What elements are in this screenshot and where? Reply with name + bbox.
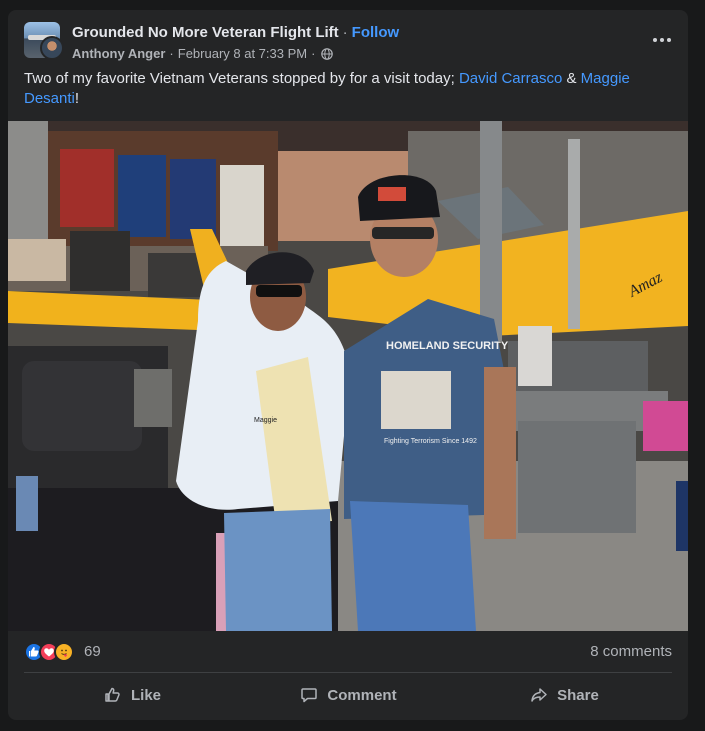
share-label: Share (557, 686, 599, 704)
tag-david-carrasco[interactable]: David Carrasco (459, 70, 562, 87)
comments-count[interactable]: 8 comments (590, 643, 672, 660)
reactions-row: 69 8 comments (24, 640, 672, 664)
post-title-line: Grounded No More Veteran Flight Lift · Fol… (72, 24, 399, 41)
svg-text:Fighting Terrorism Since 1492: Fighting Terrorism Since 1492 (384, 438, 477, 445)
post-timestamp[interactable]: February 8 at 7:33 PM (178, 46, 307, 61)
svg-text:Maggie: Maggie (254, 417, 277, 424)
post-photo-illustration: HOMELAND SECURITY Fighting Terrorism Sin… (8, 121, 688, 631)
post-photo[interactable]: HOMELAND SECURITY Fighting Terrorism Sin… (8, 121, 688, 631)
separator-dot: · (169, 46, 174, 61)
svg-text:HOMELAND SECURITY: HOMELAND SECURITY (386, 340, 509, 352)
comment-button[interactable]: Comment (240, 675, 456, 715)
follow-button[interactable]: Follow (352, 24, 400, 41)
author-avatar[interactable] (40, 36, 64, 60)
post-actions: Like Comment Share (24, 675, 672, 715)
post-text-middle: & (562, 70, 581, 87)
like-button[interactable]: Like (24, 675, 240, 715)
more-options-icon[interactable] (650, 28, 674, 52)
globe-icon (321, 47, 334, 60)
share-arrow-icon (531, 688, 547, 702)
post-text: Two of my favorite Vietnam Veterans stop… (24, 69, 664, 109)
care-reaction-icon[interactable] (54, 642, 74, 662)
share-button[interactable]: Share (456, 675, 672, 715)
post-text-end: ! (74, 90, 80, 107)
group-name-link[interactable]: Grounded No More Veteran Flight Lift (72, 24, 339, 41)
post-card: Grounded No More Veteran Flight Lift · Fol… (8, 10, 688, 720)
avatar-group[interactable] (24, 22, 64, 62)
reaction-count[interactable]: 69 (84, 643, 101, 660)
post-text-start: Two of my favorite Vietnam Veterans stop… (24, 70, 459, 87)
comment-bubble-icon (301, 688, 318, 703)
post-meta: Anthony Anger · February 8 at 7:33 PM · (72, 46, 334, 61)
author-name-link[interactable]: Anthony Anger (72, 46, 165, 61)
post-header: Grounded No More Veteran Flight Lift · Fol… (24, 22, 674, 64)
separator-dot: · (311, 46, 316, 61)
separator-dot: · (342, 24, 348, 41)
like-label: Like (130, 686, 161, 704)
comment-label: Comment (327, 686, 397, 704)
thumbs-up-icon (105, 687, 120, 702)
reaction-icons[interactable] (24, 642, 80, 662)
actions-divider (24, 672, 672, 673)
